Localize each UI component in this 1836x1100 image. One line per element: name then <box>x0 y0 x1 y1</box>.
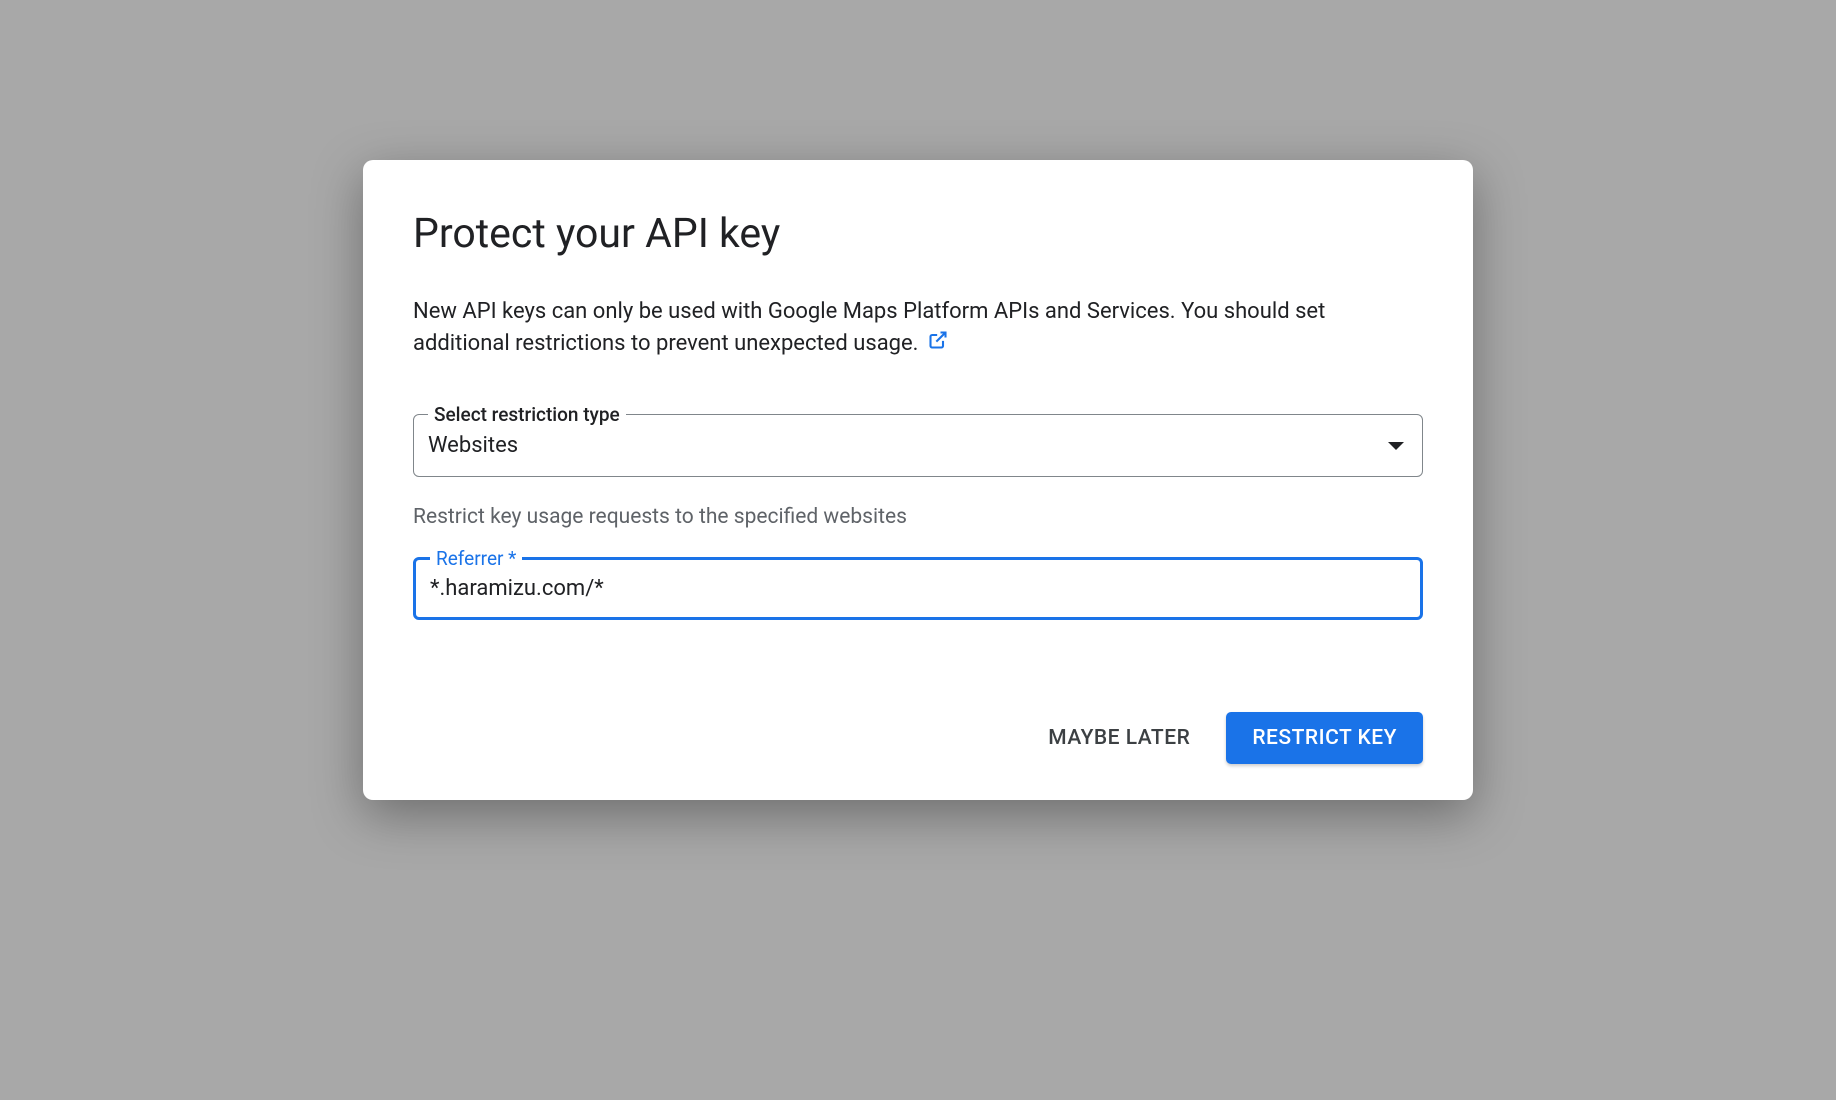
dialog-actions: MAYBE LATER RESTRICT KEY <box>413 712 1423 764</box>
restrict-key-button[interactable]: RESTRICT KEY <box>1226 712 1423 764</box>
protect-api-key-dialog: Protect your API key New API keys can on… <box>363 160 1473 800</box>
helper-text: Restrict key usage requests to the speci… <box>413 505 1423 529</box>
dialog-description: New API keys can only be used with Googl… <box>413 296 1423 360</box>
referrer-label: Referrer * <box>430 547 522 570</box>
restriction-type-value: Websites <box>428 433 518 458</box>
maybe-later-button[interactable]: MAYBE LATER <box>1048 716 1190 760</box>
referrer-input[interactable] <box>416 560 1420 617</box>
referrer-field: Referrer * <box>413 557 1423 620</box>
restriction-type-field: Select restriction type Websites <box>413 414 1423 477</box>
dialog-title: Protect your API key <box>413 210 1423 258</box>
chevron-down-icon <box>1388 442 1404 450</box>
external-link-icon[interactable] <box>928 328 948 360</box>
restriction-type-label: Select restriction type <box>428 403 626 426</box>
description-text: New API keys can only be used with Googl… <box>413 299 1325 356</box>
